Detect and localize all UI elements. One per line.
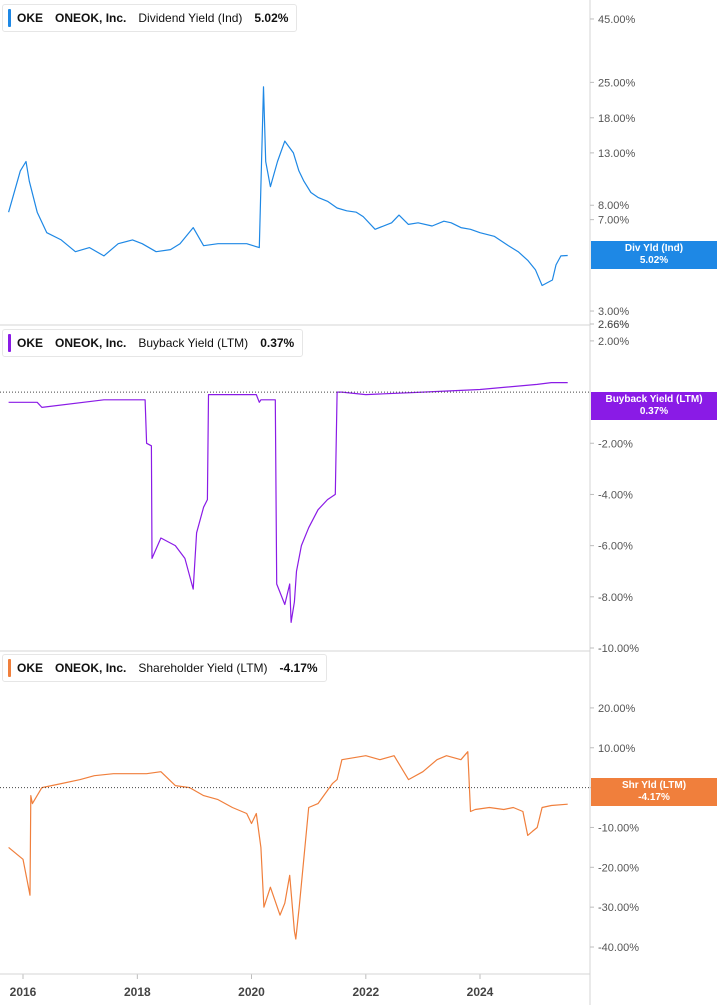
y-tick-label: 10.00% xyxy=(598,743,636,755)
flag-value: 0.37% xyxy=(639,406,669,417)
y-tick-label: 45.00% xyxy=(598,14,636,26)
series-layer xyxy=(8,86,568,940)
x-tick-label: 2024 xyxy=(467,985,494,999)
legend-shareholder-yield[interactable]: OKE ONEOK, Inc. Shareholder Yield (LTM) … xyxy=(2,654,327,682)
value-flag-shareholder-yield: Shr Yld (LTM) -4.17% xyxy=(591,778,717,806)
y-tick-label: 7.00% xyxy=(598,215,629,227)
legend-metric: Dividend Yield (Ind) xyxy=(138,11,243,25)
legend-color-swatch xyxy=(8,334,11,352)
legend-company: ONEOK, Inc. xyxy=(55,336,127,350)
legend-company: ONEOK, Inc. xyxy=(55,661,127,675)
chart-area: 45.00%25.00%18.00%13.00%8.00%7.00%3.00%2… xyxy=(0,0,639,1005)
flag-value: 5.02% xyxy=(639,255,669,266)
legend-buyback-yield[interactable]: OKE ONEOK, Inc. Buyback Yield (LTM) 0.37… xyxy=(2,329,304,357)
legend-ticker: OKE xyxy=(17,336,44,350)
y-tick-label: -20.00% xyxy=(598,862,639,874)
value-flag-buyback-yield: Buyback Yield (LTM) 0.37% xyxy=(591,392,717,420)
value-flag-div-yield: Div Yld (Ind) 5.02% xyxy=(591,241,717,269)
legend-value: 5.02% xyxy=(254,11,289,25)
x-tick-label: 2016 xyxy=(10,985,37,999)
flag-value: -4.17% xyxy=(638,792,670,803)
axis-layer: 45.00%25.00%18.00%13.00%8.00%7.00%3.00%2… xyxy=(0,14,639,999)
legend-ticker: OKE xyxy=(17,661,44,675)
series-line xyxy=(8,382,568,623)
legend-ticker: OKE xyxy=(17,11,44,25)
y-tick-label: 18.00% xyxy=(598,113,636,125)
y-tick-label: -4.00% xyxy=(598,489,633,501)
y-tick-label: 25.00% xyxy=(598,77,636,89)
legend-color-swatch xyxy=(8,9,11,27)
y-tick-label: 3.00% xyxy=(598,306,629,318)
series-line xyxy=(8,86,568,287)
y-tick-label: -8.00% xyxy=(598,592,633,604)
legend-dividend-yield[interactable]: OKE ONEOK, Inc. Dividend Yield (Ind) 5.0… xyxy=(2,4,298,32)
y-tick-label: 2.00% xyxy=(598,336,629,348)
x-tick-label: 2020 xyxy=(238,985,265,999)
y-tick-label: -10.00% xyxy=(598,643,639,655)
legend-value: 0.37% xyxy=(260,336,295,350)
y-tick-label: 2.66% xyxy=(598,319,629,331)
legend-value: -4.17% xyxy=(279,661,318,675)
legend-company: ONEOK, Inc. xyxy=(55,11,127,25)
y-tick-label: 8.00% xyxy=(598,200,629,212)
y-tick-label: 13.00% xyxy=(598,148,636,160)
y-tick-label: -30.00% xyxy=(598,902,639,914)
y-tick-label: -40.00% xyxy=(598,942,639,954)
legend-metric: Shareholder Yield (LTM) xyxy=(138,661,268,675)
x-tick-label: 2018 xyxy=(124,985,151,999)
flag-label: Shr Yld (LTM) xyxy=(621,780,687,791)
legend-metric: Buyback Yield (LTM) xyxy=(138,336,249,350)
flag-label: Buyback Yield (LTM) xyxy=(605,394,703,405)
legend-color-swatch xyxy=(8,659,11,677)
series-line xyxy=(8,751,568,940)
y-tick-label: -10.00% xyxy=(598,822,639,834)
y-tick-label: -6.00% xyxy=(598,541,633,553)
x-tick-label: 2022 xyxy=(352,985,379,999)
y-tick-label: -2.00% xyxy=(598,438,633,450)
y-tick-label: 20.00% xyxy=(598,703,636,715)
flag-label: Div Yld (Ind) xyxy=(624,243,684,254)
